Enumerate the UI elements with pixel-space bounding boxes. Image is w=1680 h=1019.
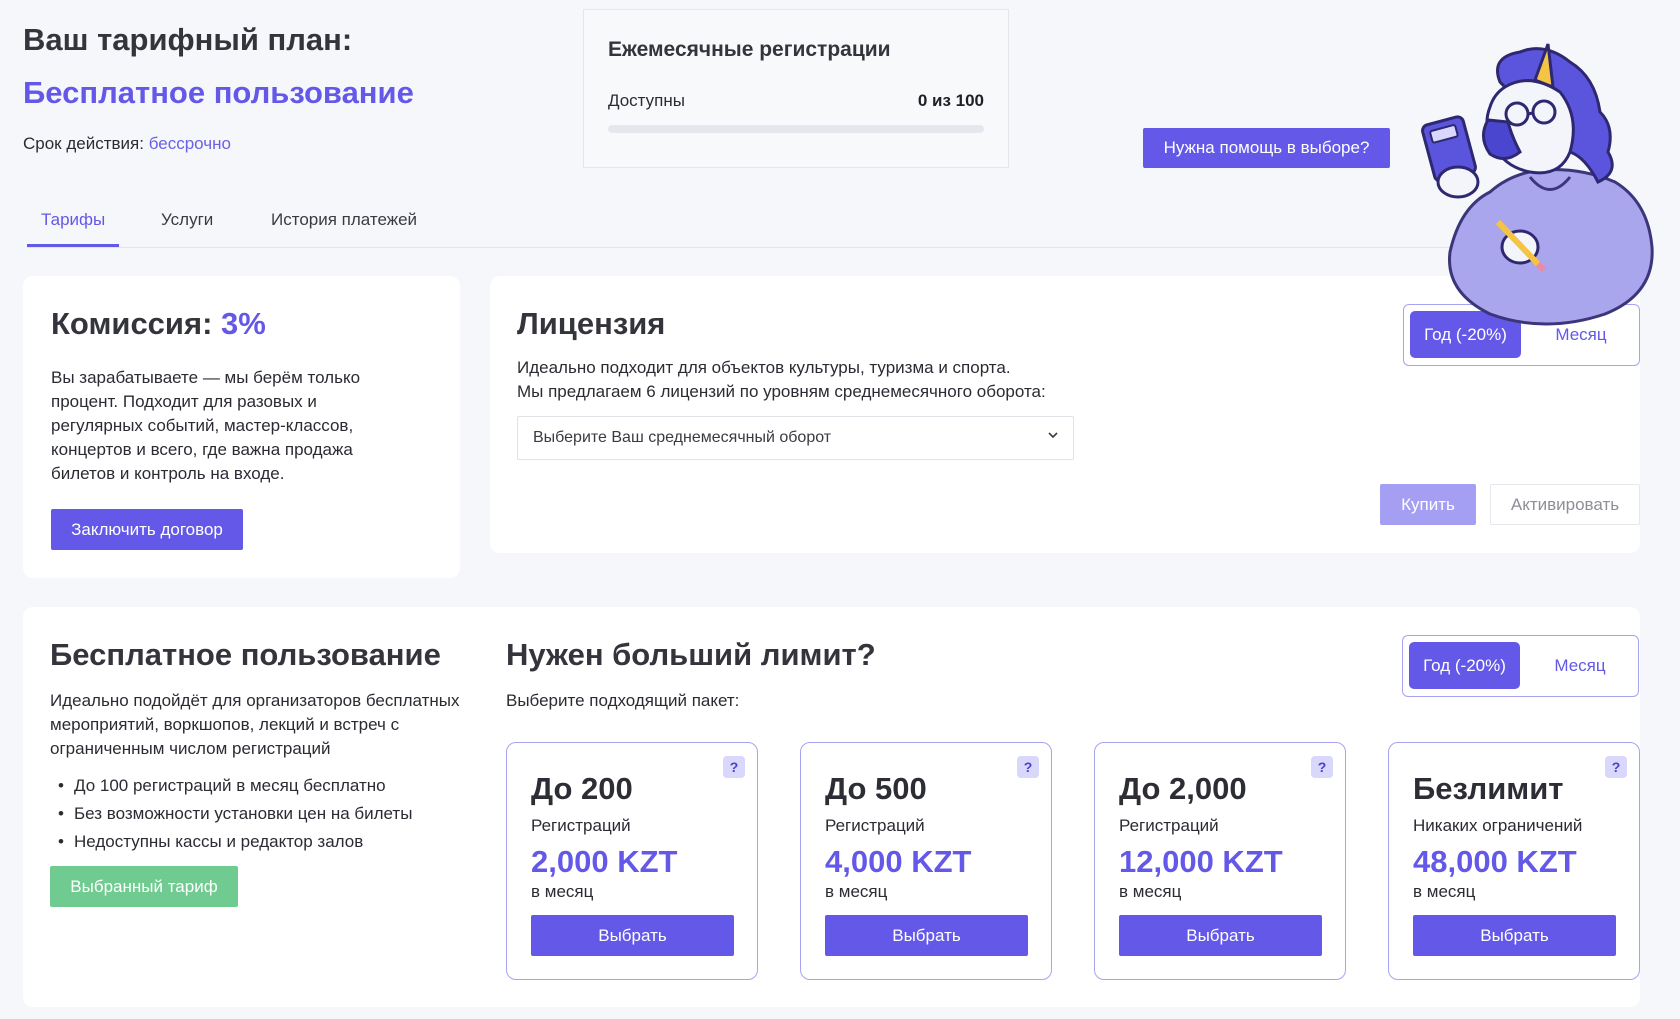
package-period: в месяц (1119, 882, 1182, 901)
registrations-available-label: Доступны (608, 91, 685, 110)
list-item: Без возможности установки цен на билеты (50, 800, 412, 828)
registrations-row: Доступны 0 из 100 (608, 91, 984, 111)
help-icon[interactable]: ? (1605, 756, 1627, 778)
choose-package-button[interactable]: Выбрать (531, 915, 734, 956)
choose-package-button[interactable]: Выбрать (825, 915, 1028, 956)
package-title: До 500 (825, 771, 927, 806)
package-subtitle: Регистраций (825, 816, 925, 835)
limit-toggle-year[interactable]: Год (-20%) (1409, 642, 1520, 689)
package-subtitle: Никаких ограничений (1413, 816, 1583, 835)
sign-contract-button[interactable]: Заключить договор (51, 509, 243, 550)
tab-bar: Тарифы Услуги История платежей (27, 204, 1647, 248)
unicorn-mascot-icon (1421, 43, 1654, 326)
package-card-500: ? До 500 Регистраций 4,000 KZT в месяц В… (800, 742, 1052, 980)
package-period: в месяц (825, 882, 888, 901)
limit-period-toggle: Год (-20%) Месяц (1402, 635, 1639, 697)
free-plan-title: Бесплатное пользование (50, 637, 441, 672)
commission-title-prefix: Комиссия: (51, 306, 213, 341)
activate-button[interactable]: Активировать (1490, 484, 1640, 525)
validity-label: Срок действия: (23, 134, 144, 153)
tab-active-underline (27, 244, 119, 247)
package-price: 12,000 KZT (1119, 844, 1283, 879)
package-card-200: ? До 200 Регистраций 2,000 KZT в месяц В… (506, 742, 758, 980)
package-title: Безлимит (1413, 771, 1564, 806)
free-plan-description: Идеально подойдёт для организаторов бесп… (50, 691, 460, 758)
registrations-panel: Ежемесячные регистрации Доступны 0 из 10… (583, 9, 1009, 168)
help-icon[interactable]: ? (1311, 756, 1333, 778)
license-title: Лицензия (517, 306, 666, 341)
package-subtitle: Регистраций (531, 816, 631, 835)
package-price: 4,000 KZT (825, 844, 972, 879)
validity-value: бессрочно (148, 134, 231, 153)
commission-rate: 3% (221, 306, 266, 341)
package-card-unlimited: ? Безлимит Никаких ограничений 48,000 KZ… (1388, 742, 1640, 980)
free-plan-card: Бесплатное пользование Идеально подойдёт… (23, 607, 1640, 1007)
choose-package-button[interactable]: Выбрать (1413, 915, 1616, 956)
commission-card: Комиссия: 3% Вы зарабатываете — мы берём… (23, 276, 460, 578)
package-title: До 2,000 (1119, 771, 1247, 806)
free-plan-features: До 100 регистраций в месяц бесплатно Без… (50, 772, 412, 856)
limit-toggle-month[interactable]: Месяц (1526, 642, 1634, 689)
plan-label: Ваш тарифный план: (23, 22, 353, 57)
package-card-2000: ? До 2,000 Регистраций 12,000 KZT в меся… (1094, 742, 1346, 980)
selected-plan-button[interactable]: Выбранный тариф (50, 866, 238, 907)
registrations-title: Ежемесячные регистрации (608, 38, 891, 61)
list-item: Недоступны кассы и редактор залов (50, 828, 412, 856)
help-icon[interactable]: ? (723, 756, 745, 778)
package-subtitle: Регистраций (1119, 816, 1219, 835)
limit-subtitle: Выберите подходящий пакет: (506, 691, 740, 710)
commission-description: Вы зарабатываете — мы берём только проце… (51, 368, 361, 483)
tab-payment-history[interactable]: История платежей (271, 210, 417, 242)
list-item: До 100 регистраций в месяц бесплатно (50, 772, 412, 800)
package-period: в месяц (531, 882, 594, 901)
help-choose-button[interactable]: Нужна помощь в выборе? (1143, 128, 1390, 168)
registrations-available-value: 0 из 100 (917, 91, 984, 110)
tab-services[interactable]: Услуги (161, 210, 213, 242)
choose-package-button[interactable]: Выбрать (1119, 915, 1322, 956)
tab-tariffs[interactable]: Тарифы (41, 210, 105, 242)
buy-button[interactable]: Купить (1380, 484, 1476, 525)
chevron-down-icon (1048, 432, 1058, 439)
package-price: 48,000 KZT (1413, 844, 1577, 879)
turnover-select-value: Выберите Ваш среднемесячный оборот (533, 429, 832, 446)
plan-name: Бесплатное пользование (23, 75, 414, 110)
package-title: До 200 (531, 771, 633, 806)
turnover-select[interactable]: Выберите Ваш среднемесячный оборот (517, 416, 1074, 460)
help-icon[interactable]: ? (1017, 756, 1039, 778)
license-line-1: Идеально подходит для объектов культуры,… (517, 358, 1011, 377)
package-price: 2,000 KZT (531, 844, 678, 879)
limit-title: Нужен больший лимит? (506, 637, 876, 672)
commission-title: Комиссия: 3% (51, 306, 266, 342)
package-period: в месяц (1413, 882, 1476, 901)
license-line-2: Мы предлагаем 6 лицензий по уровням сред… (517, 382, 1046, 401)
registrations-progress-bar (608, 125, 984, 133)
validity: Срок действия: бессрочно (23, 134, 231, 154)
